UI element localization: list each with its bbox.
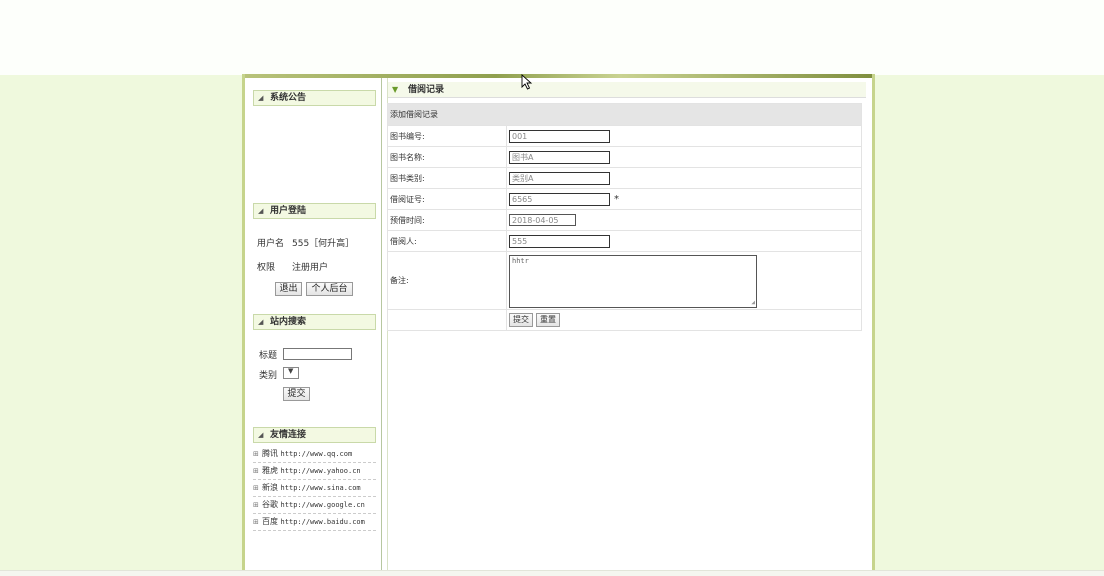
collapse-triangle-icon: ◢ <box>258 93 264 102</box>
sidebar-divider <box>381 78 382 575</box>
borrow-date-input[interactable]: 2018-04-05 <box>509 214 576 226</box>
form-title: 添加借阅记录 <box>387 103 862 126</box>
link-item[interactable]: ⊞ 腾讯 http://www.qq.com <box>253 446 376 463</box>
keyword-input[interactable] <box>283 348 352 360</box>
borrower-label: 借阅人: <box>387 230 507 252</box>
taskbar <box>0 570 1104 576</box>
bullet-icon: ⊞ <box>253 450 259 458</box>
link-item[interactable]: ⊞ 百度 http://www.baidu.com <box>253 514 376 531</box>
reset-button[interactable]: 重置 <box>536 313 560 327</box>
borrow-form: 添加借阅记录 图书编号: 001 图书名称: 图书A 图书类别: 类别A 借阅证… <box>387 103 862 331</box>
search-header: ◢ 站内搜索 <box>253 314 376 330</box>
notice-header: ◢ 系统公告 <box>253 90 376 106</box>
username-value: 555［何升高］ <box>292 239 355 249</box>
bullet-icon: ⊞ <box>253 467 259 475</box>
category-label: 类别 <box>259 371 278 381</box>
book-name-input[interactable]: 图书A <box>509 150 610 164</box>
top-banner <box>0 0 1104 75</box>
submit-button[interactable]: 提交 <box>509 313 533 327</box>
required-mark: * <box>614 193 619 205</box>
card-no-label: 借阅证号: <box>387 188 507 210</box>
expand-triangle-icon: ▼ <box>392 84 399 94</box>
page-frame: ◢ 系统公告 ◢ 用户登陆 用户名 555［何升高］ 权限 注册用户 退出 个人后台… <box>242 74 875 575</box>
login-header: ◢ 用户登陆 <box>253 203 376 219</box>
profile-button[interactable]: 个人后台 <box>306 282 353 296</box>
book-category-label: 图书类别: <box>387 167 507 189</box>
bullet-icon: ⊞ <box>253 484 259 492</box>
links-title: 友情连接 <box>270 430 307 440</box>
borrower-input[interactable]: 555 <box>509 234 610 248</box>
keyword-label: 标题 <box>259 351 278 361</box>
card-no-input[interactable]: 6565 <box>509 192 610 206</box>
sidebar: ◢ 系统公告 ◢ 用户登陆 用户名 555［何升高］ 权限 注册用户 退出 个人后台… <box>253 74 376 575</box>
book-id-input[interactable]: 001 <box>509 129 610 143</box>
search-submit-button[interactable]: 提交 <box>283 387 310 401</box>
notice-title: 系统公告 <box>270 93 307 103</box>
remark-label: 备注: <box>387 251 507 310</box>
link-item[interactable]: ⊞ 新浪 http://www.sina.com <box>253 480 376 497</box>
logout-button[interactable]: 退出 <box>275 282 302 296</box>
borrow-date-label: 预借时间: <box>387 209 507 231</box>
category-select[interactable]: ▼ <box>283 367 299 379</box>
resize-grip-icon[interactable]: ◢ <box>751 299 755 306</box>
bullet-icon: ⊞ <box>253 501 259 509</box>
role-value: 注册用户 <box>292 263 329 273</box>
bullet-icon: ⊞ <box>253 518 259 526</box>
collapse-triangle-icon: ◢ <box>258 430 264 439</box>
mouse-cursor-icon <box>521 74 533 90</box>
book-name-label: 图书名称: <box>387 146 507 168</box>
main-title: 借阅记录 <box>408 85 445 95</box>
links-header: ◢ 友情连接 <box>253 427 376 443</box>
main-header: ▼ 借阅记录 <box>388 82 866 98</box>
remark-textarea[interactable]: hhtr ◢ <box>509 254 757 308</box>
search-title: 站内搜索 <box>270 317 307 327</box>
login-title: 用户登陆 <box>270 206 307 216</box>
collapse-triangle-icon: ◢ <box>258 206 264 215</box>
role-label: 权限 <box>257 263 276 273</box>
link-item[interactable]: ⊞ 谷歌 http://www.google.cn <box>253 497 376 514</box>
chevron-down-icon: ▼ <box>288 367 294 375</box>
collapse-triangle-icon: ◢ <box>258 317 264 326</box>
link-item[interactable]: ⊞ 雅虎 http://www.yahoo.cn <box>253 463 376 480</box>
book-category-input[interactable]: 类别A <box>509 171 610 185</box>
username-label: 用户名 <box>257 239 285 249</box>
book-id-label: 图书编号: <box>387 125 507 147</box>
